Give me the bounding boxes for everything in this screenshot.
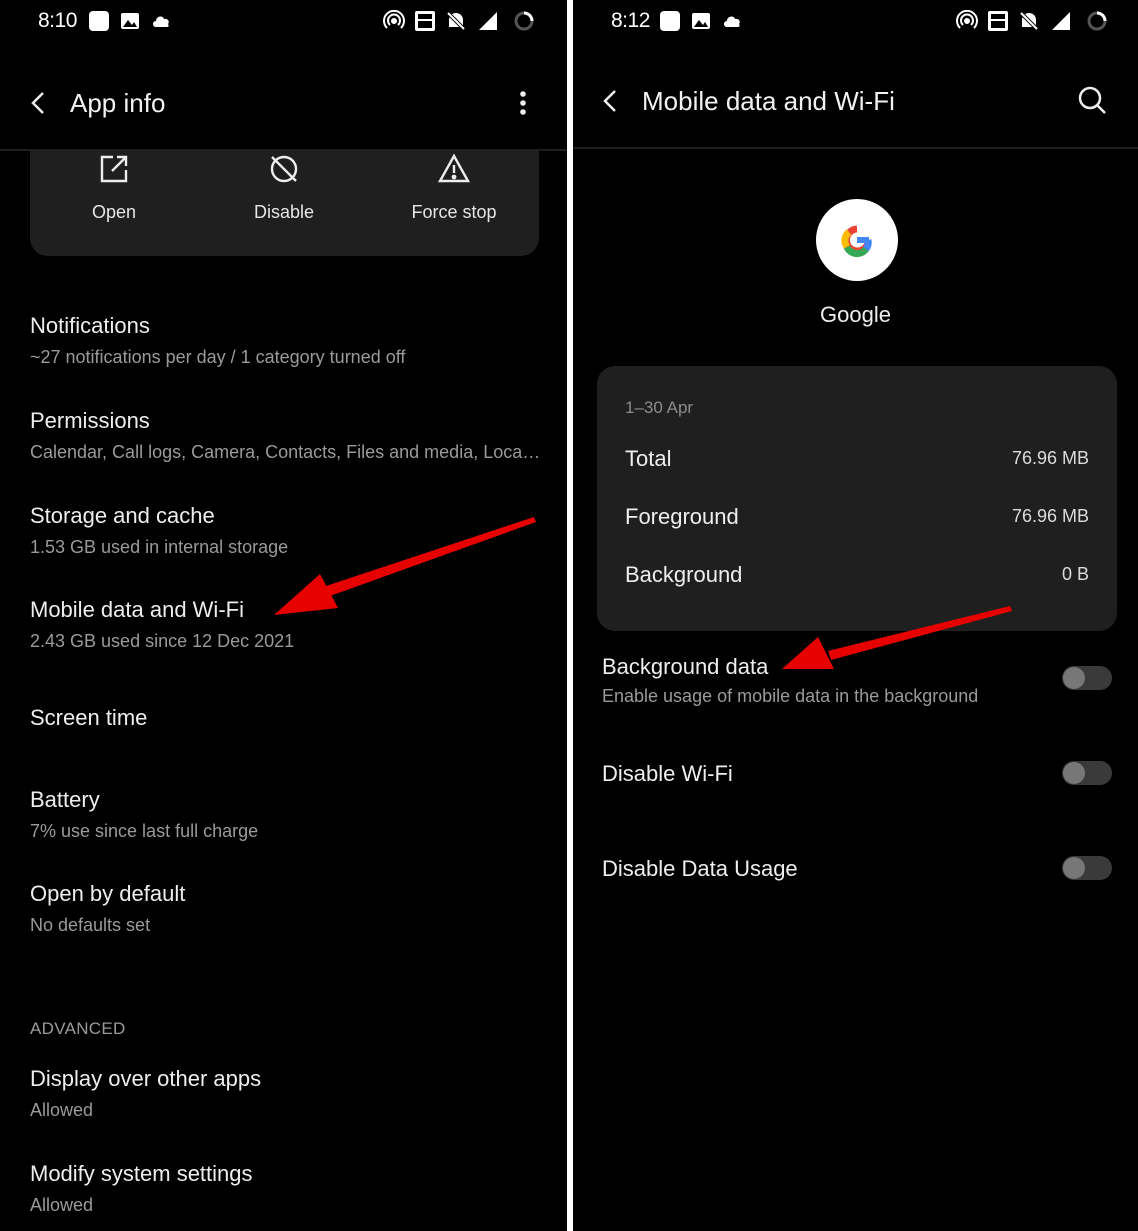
usage-summary-card: 1–30 Apr Total 76.96 MB Foreground 76.96… — [597, 366, 1117, 631]
disable-label: Disable — [253, 202, 315, 222]
app-notification-icon — [88, 10, 110, 32]
usage-value: 0 B — [1061, 564, 1089, 584]
open-label: Open — [91, 202, 137, 222]
usage-label: Foreground — [625, 504, 739, 529]
hotspot-icon — [956, 10, 978, 32]
warning-icon — [437, 152, 471, 186]
disable-wifi-switch[interactable] — [1062, 761, 1112, 785]
setting-mobile-data-and-wifi[interactable]: Mobile data and Wi-Fi 2.43 GB used since… — [30, 597, 553, 652]
setting-battery[interactable]: Battery 7% use since last full charge — [30, 787, 553, 842]
disable-data-usage-row[interactable]: Disable Data Usage — [602, 856, 1112, 886]
usage-label: Total — [625, 446, 672, 471]
usage-value: 76.96 MB — [1011, 448, 1089, 468]
gallery-icon — [119, 10, 141, 32]
setting-display-over-other-apps[interactable]: Display over other apps Allowed — [30, 1066, 553, 1121]
advanced-section-header: ADVANCED — [30, 1019, 126, 1038]
more-vert-icon — [520, 91, 526, 115]
app-name: Google — [820, 302, 891, 327]
background-data-row[interactable]: Background data Enable usage of mobile d… — [602, 654, 1112, 714]
toggle-title: Background data — [602, 654, 769, 679]
setting-title: Mobile data and Wi-Fi — [30, 597, 244, 622]
force-stop-button[interactable]: Force stop — [379, 150, 529, 223]
battery-saver-icon — [513, 10, 535, 32]
usage-period: 1–30 Apr — [625, 398, 694, 417]
status-bar: 8:12 — [573, 0, 1138, 44]
app-notification-icon — [659, 10, 681, 32]
setting-title: Screen time — [30, 705, 148, 730]
toggle-title: Disable Data Usage — [602, 856, 798, 881]
app-info-screen: 8:10 App info Open Disable Force stop No… — [0, 0, 567, 1231]
disable-data-usage-switch[interactable] — [1062, 856, 1112, 880]
volte-icon — [414, 10, 436, 32]
more-options-button[interactable] — [505, 85, 541, 121]
status-time: 8:12 — [611, 9, 650, 32]
usage-row-total: Total 76.96 MB — [625, 446, 1089, 476]
silent-icon — [445, 10, 467, 32]
disable-wifi-row[interactable]: Disable Wi-Fi — [602, 761, 1112, 791]
setting-title: Modify system settings — [30, 1161, 253, 1186]
page-title: Mobile data and Wi-Fi — [642, 86, 895, 116]
status-bar: 8:10 — [0, 0, 567, 44]
back-button[interactable] — [21, 85, 57, 121]
setting-title: Battery — [30, 787, 100, 812]
setting-open-by-default[interactable]: Open by default No defaults set — [30, 881, 553, 936]
setting-subtitle: Allowed — [30, 1195, 94, 1215]
open-button[interactable]: Open — [39, 150, 189, 223]
hotspot-icon — [383, 10, 405, 32]
setting-subtitle: 2.43 GB used since 12 Dec 2021 — [30, 631, 295, 651]
toggle-title: Disable Wi-Fi — [602, 761, 733, 786]
volte-icon — [987, 10, 1009, 32]
back-arrow-icon — [603, 90, 616, 112]
gallery-icon — [690, 10, 712, 32]
usage-value: 76.96 MB — [1011, 506, 1089, 526]
switch-knob — [1063, 762, 1085, 784]
setting-permissions[interactable]: Permissions Calendar, Call logs, Camera,… — [30, 408, 553, 463]
back-arrow-icon — [31, 92, 44, 114]
setting-storage-and-cache[interactable]: Storage and cache 1.53 GB used in intern… — [30, 503, 553, 558]
usage-row-foreground: Foreground 76.96 MB — [625, 504, 1089, 534]
status-time: 8:10 — [38, 9, 77, 32]
toggle-subtitle: Enable usage of mobile data in the backg… — [602, 686, 979, 706]
signal-4g-icon — [1050, 10, 1072, 32]
usage-label: Background — [625, 562, 743, 587]
back-button[interactable] — [593, 83, 629, 119]
setting-title: Display over other apps — [30, 1066, 262, 1091]
disable-button[interactable]: Disable — [209, 150, 359, 223]
setting-subtitle: 7% use since last full charge — [30, 821, 259, 841]
mobile-data-wifi-screen: 8:12 Mobile data and Wi-Fi Google 1–30 A… — [573, 0, 1138, 1231]
disable-icon — [267, 152, 301, 186]
setting-title: Open by default — [30, 881, 186, 906]
force-stop-label: Force stop — [411, 202, 497, 222]
setting-subtitle: Calendar, Call logs, Camera, Contacts, F… — [30, 442, 541, 462]
switch-knob — [1063, 857, 1085, 879]
search-icon — [1078, 86, 1106, 114]
background-data-switch[interactable] — [1062, 666, 1112, 690]
cloud-icon — [721, 10, 743, 32]
battery-saver-icon — [1086, 10, 1108, 32]
google-logo — [816, 199, 898, 281]
page-title: App info — [70, 88, 166, 118]
setting-notifications[interactable]: Notifications ~27 notifications per day … — [30, 313, 553, 368]
setting-subtitle: ~27 notifications per day / 1 category t… — [30, 347, 406, 367]
setting-screen-time[interactable]: Screen time — [30, 705, 553, 731]
search-button[interactable] — [1074, 82, 1110, 118]
setting-subtitle: Allowed — [30, 1100, 94, 1120]
switch-knob — [1063, 667, 1085, 689]
cloud-icon — [150, 10, 172, 32]
app-actions-card: Open Disable Force stop — [30, 150, 539, 256]
app-bar-divider — [573, 147, 1138, 149]
setting-title: Notifications — [30, 313, 150, 338]
setting-modify-system-settings[interactable]: Modify system settings Allowed — [30, 1161, 553, 1216]
setting-title: Permissions — [30, 408, 150, 433]
signal-4g-icon — [477, 10, 499, 32]
usage-row-background: Background 0 B — [625, 562, 1089, 592]
setting-title: Storage and cache — [30, 503, 215, 528]
open-external-icon — [97, 152, 131, 186]
setting-subtitle: 1.53 GB used in internal storage — [30, 537, 289, 557]
setting-subtitle: No defaults set — [30, 915, 151, 935]
silent-icon — [1018, 10, 1040, 32]
